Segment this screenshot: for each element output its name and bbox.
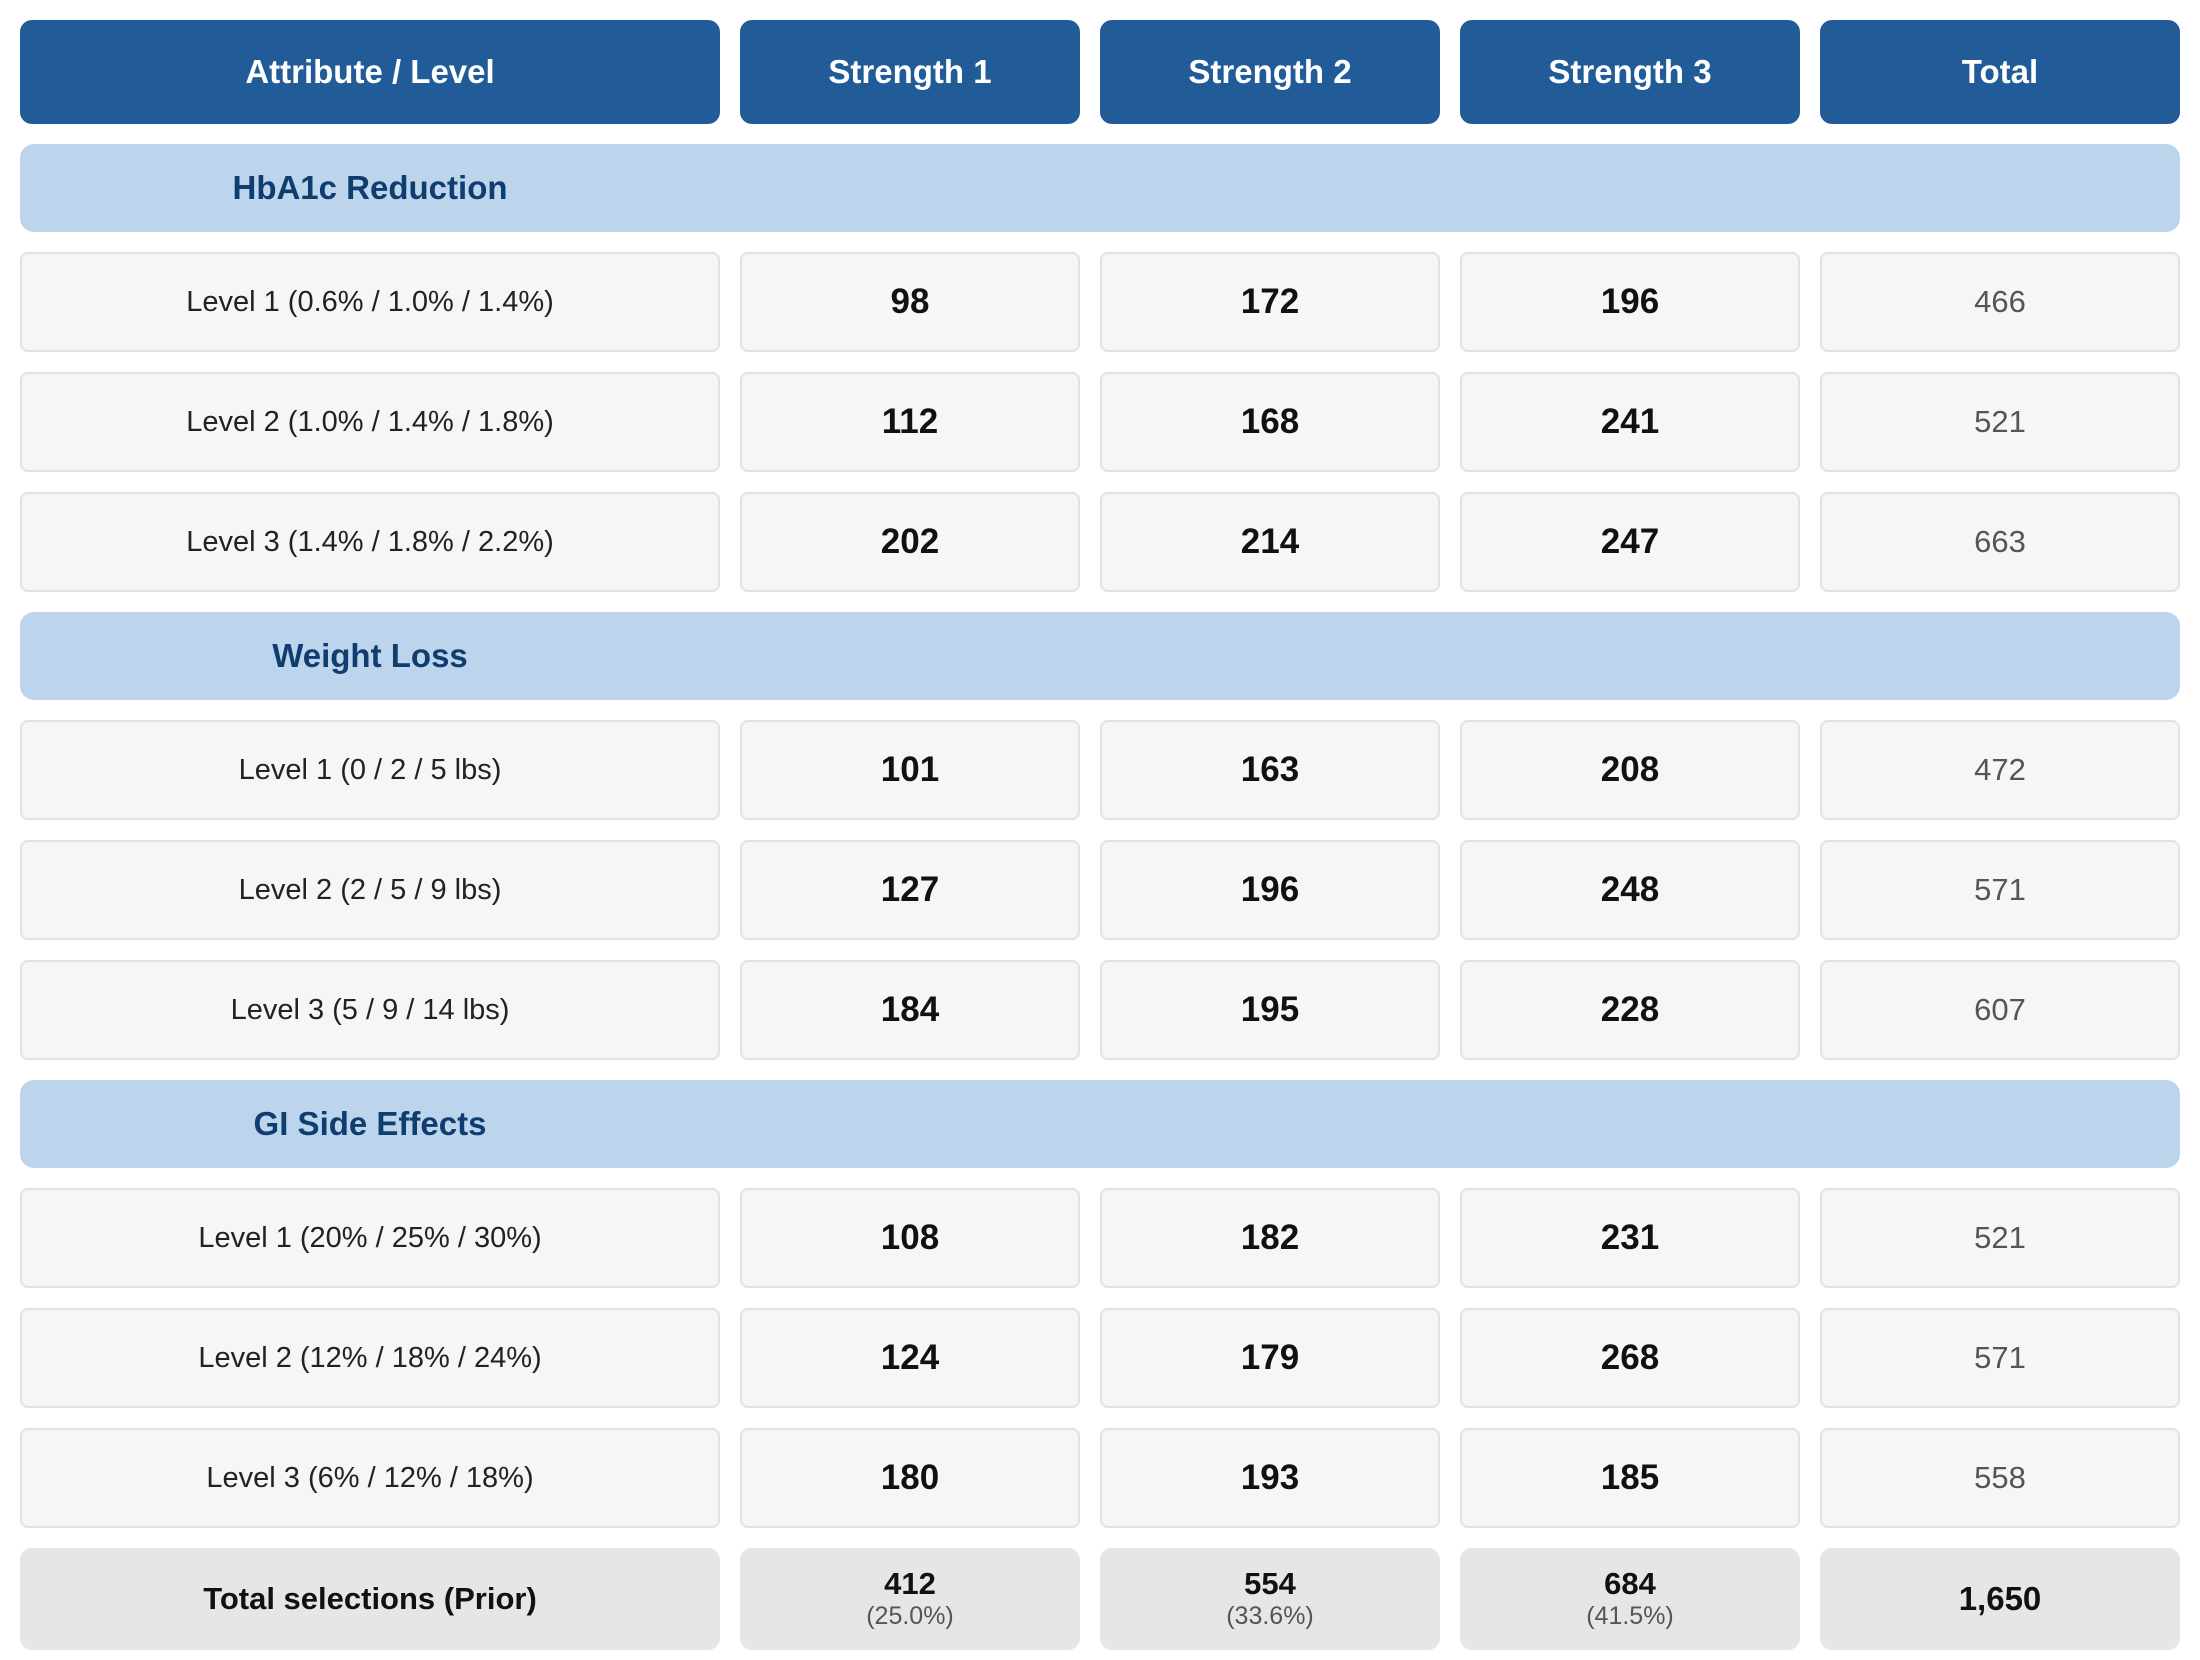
grand-total-cell: 1,650 bbox=[1820, 1548, 2180, 1650]
totals-label-cell: Total selections (Prior) bbox=[20, 1548, 720, 1650]
strength-2-total-cell: 554 (33.6%) bbox=[1100, 1548, 1440, 1650]
grand-total: 1,650 bbox=[1958, 1580, 2042, 1617]
strength-1-count: 124 bbox=[740, 1308, 1080, 1408]
header-strength-3: Strength 3 bbox=[1460, 20, 1800, 124]
header-strength-1: Strength 1 bbox=[740, 20, 1080, 124]
level-label: Level 3 (6% / 12% / 18%) bbox=[20, 1428, 720, 1528]
section-header-weight-loss: Weight Loss bbox=[20, 612, 2180, 700]
strength-1-count: 108 bbox=[740, 1188, 1080, 1288]
row-total: 521 bbox=[1820, 372, 2180, 472]
row-total: 571 bbox=[1820, 840, 2180, 940]
selection-counts-table: Attribute / Level Strength 1 Strength 2 … bbox=[20, 20, 2180, 1650]
table-row: Level 3 (6% / 12% / 18%) 180 193 185 558 bbox=[20, 1428, 2180, 1528]
strength-3-total: 684 bbox=[1604, 1566, 1656, 1601]
table-row: Level 1 (0.6% / 1.0% / 1.4%) 98 172 196 … bbox=[20, 252, 2180, 352]
strength-3-share: (41.5%) bbox=[1586, 1602, 1674, 1630]
row-total: 466 bbox=[1820, 252, 2180, 352]
section-title: Weight Loss bbox=[272, 637, 468, 674]
section-title: GI Side Effects bbox=[253, 1105, 487, 1142]
row-total: 571 bbox=[1820, 1308, 2180, 1408]
strength-2-count: 196 bbox=[1100, 840, 1440, 940]
level-label: Level 3 (1.4% / 1.8% / 2.2%) bbox=[20, 492, 720, 592]
table-row: Level 3 (1.4% / 1.8% / 2.2%) 202 214 247… bbox=[20, 492, 2180, 592]
level-label: Level 1 (0.6% / 1.0% / 1.4%) bbox=[20, 252, 720, 352]
strength-2-count: 214 bbox=[1100, 492, 1440, 592]
strength-2-count: 179 bbox=[1100, 1308, 1440, 1408]
totals-label: Total selections (Prior) bbox=[203, 1581, 537, 1616]
strength-3-count: 196 bbox=[1460, 252, 1800, 352]
strength-2-count: 195 bbox=[1100, 960, 1440, 1060]
strength-1-count: 184 bbox=[740, 960, 1080, 1060]
strength-3-count: 208 bbox=[1460, 720, 1800, 820]
strength-3-count: 247 bbox=[1460, 492, 1800, 592]
strength-1-count: 180 bbox=[740, 1428, 1080, 1528]
strength-1-share: (25.0%) bbox=[866, 1602, 954, 1630]
strength-1-count: 98 bbox=[740, 252, 1080, 352]
table-row: Level 1 (0 / 2 / 5 lbs) 101 163 208 472 bbox=[20, 720, 2180, 820]
strength-3-count: 231 bbox=[1460, 1188, 1800, 1288]
strength-2-share: (33.6%) bbox=[1226, 1602, 1314, 1630]
level-label: Level 1 (0 / 2 / 5 lbs) bbox=[20, 720, 720, 820]
totals-row: Total selections (Prior) 412 (25.0%) 554… bbox=[20, 1548, 2180, 1650]
strength-3-total-cell: 684 (41.5%) bbox=[1460, 1548, 1800, 1650]
row-total: 521 bbox=[1820, 1188, 2180, 1288]
strength-3-count: 248 bbox=[1460, 840, 1800, 940]
strength-1-count: 202 bbox=[740, 492, 1080, 592]
header-attribute-level: Attribute / Level bbox=[20, 20, 720, 124]
level-label: Level 2 (2 / 5 / 9 lbs) bbox=[20, 840, 720, 940]
strength-3-count: 268 bbox=[1460, 1308, 1800, 1408]
level-label: Level 2 (1.0% / 1.4% / 1.8%) bbox=[20, 372, 720, 472]
section-title: HbA1c Reduction bbox=[232, 169, 508, 206]
section-header-gi-side-effects: GI Side Effects bbox=[20, 1080, 2180, 1168]
table-row: Level 3 (5 / 9 / 14 lbs) 184 195 228 607 bbox=[20, 960, 2180, 1060]
selection-counts-table-page: Attribute / Level Strength 1 Strength 2 … bbox=[0, 0, 2200, 1660]
row-total: 472 bbox=[1820, 720, 2180, 820]
strength-2-total: 554 bbox=[1244, 1566, 1296, 1601]
strength-1-total-cell: 412 (25.0%) bbox=[740, 1548, 1080, 1650]
row-total: 607 bbox=[1820, 960, 2180, 1060]
table-row: Level 1 (20% / 25% / 30%) 108 182 231 52… bbox=[20, 1188, 2180, 1288]
strength-2-count: 168 bbox=[1100, 372, 1440, 472]
strength-2-count: 172 bbox=[1100, 252, 1440, 352]
strength-3-count: 185 bbox=[1460, 1428, 1800, 1528]
strength-3-count: 228 bbox=[1460, 960, 1800, 1060]
level-label: Level 2 (12% / 18% / 24%) bbox=[20, 1308, 720, 1408]
level-label: Level 3 (5 / 9 / 14 lbs) bbox=[20, 960, 720, 1060]
strength-1-total: 412 bbox=[884, 1566, 936, 1601]
table-row: Level 2 (12% / 18% / 24%) 124 179 268 57… bbox=[20, 1308, 2180, 1408]
strength-2-count: 193 bbox=[1100, 1428, 1440, 1528]
strength-3-count: 241 bbox=[1460, 372, 1800, 472]
row-total: 558 bbox=[1820, 1428, 2180, 1528]
table-row: Level 2 (2 / 5 / 9 lbs) 127 196 248 571 bbox=[20, 840, 2180, 940]
strength-2-count: 163 bbox=[1100, 720, 1440, 820]
strength-1-count: 112 bbox=[740, 372, 1080, 472]
strength-1-count: 101 bbox=[740, 720, 1080, 820]
section-header-hba1c-reduction: HbA1c Reduction bbox=[20, 144, 2180, 232]
row-total: 663 bbox=[1820, 492, 2180, 592]
strength-1-count: 127 bbox=[740, 840, 1080, 940]
header-strength-2: Strength 2 bbox=[1100, 20, 1440, 124]
level-label: Level 1 (20% / 25% / 30%) bbox=[20, 1188, 720, 1288]
table-row: Level 2 (1.0% / 1.4% / 1.8%) 112 168 241… bbox=[20, 372, 2180, 472]
header-row: Attribute / Level Strength 1 Strength 2 … bbox=[20, 20, 2180, 124]
header-total: Total bbox=[1820, 20, 2180, 124]
strength-2-count: 182 bbox=[1100, 1188, 1440, 1288]
